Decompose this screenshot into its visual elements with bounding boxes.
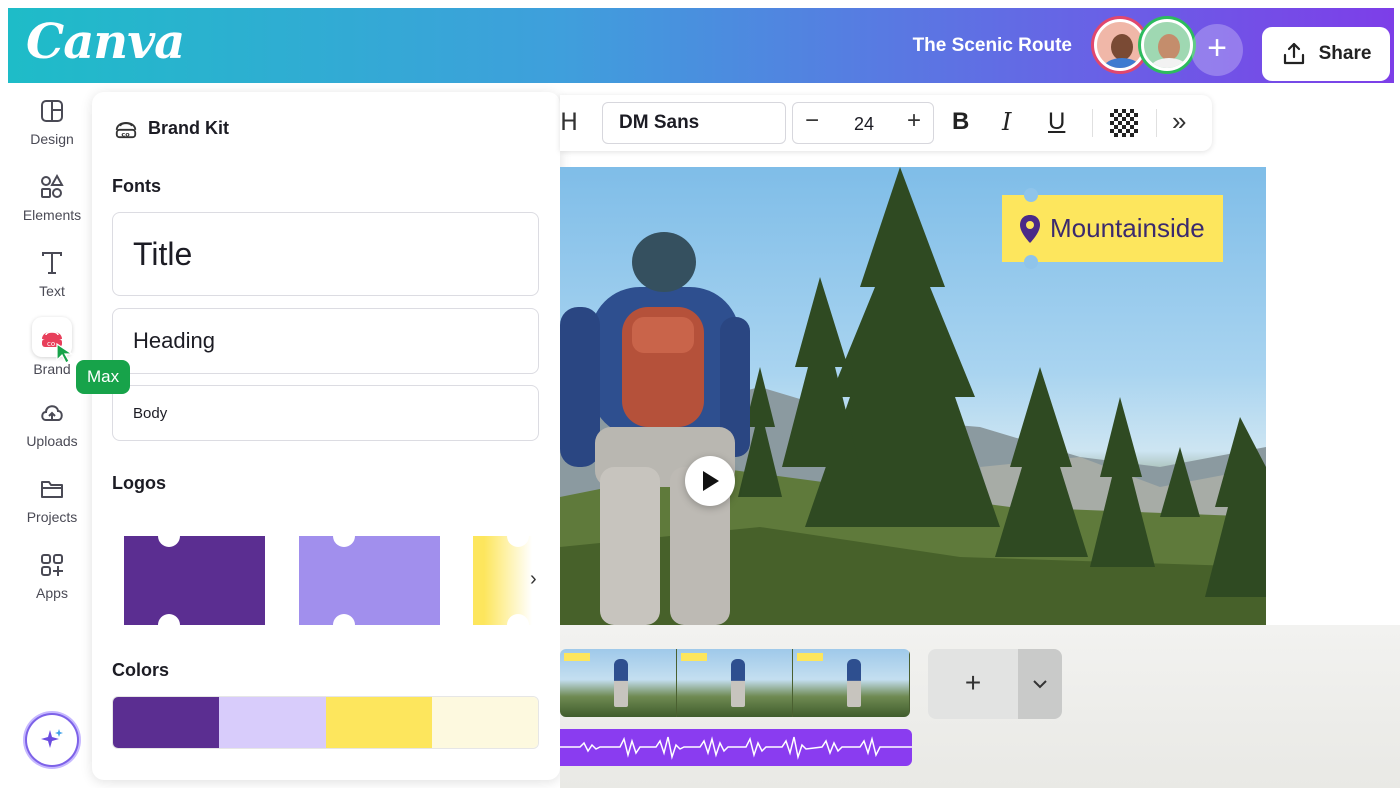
logo-tile-lavender[interactable]	[299, 536, 440, 625]
shapes-icon	[41, 173, 64, 198]
increase-size-button[interactable]: +	[907, 107, 921, 135]
font-card-title[interactable]: Title	[112, 212, 539, 296]
collaborator-cursor-label: Max	[76, 360, 131, 394]
font-card-heading[interactable]: Heading	[112, 308, 539, 374]
sidebar-item-uploads[interactable]: Uploads	[8, 399, 96, 449]
fonts-section-label: Fonts	[112, 176, 161, 196]
chevron-right-icon[interactable]: ›	[530, 568, 537, 591]
clip-frame	[560, 649, 677, 717]
sidebar-item-projects[interactable]: Projects	[8, 475, 96, 525]
location-tag-text: Mountainside	[1050, 213, 1205, 243]
apps-icon	[41, 554, 63, 576]
layout-icon	[41, 100, 63, 122]
audio-track[interactable]	[560, 729, 912, 766]
font-size-stepper: − 24 +	[792, 102, 934, 144]
folder-icon	[41, 481, 63, 498]
colors-section-label: Colors	[112, 660, 170, 680]
logos-carousel	[124, 536, 544, 625]
share-label: Share	[1318, 43, 1372, 64]
svg-text:co: co	[47, 340, 55, 348]
share-button[interactable]: Share	[1262, 27, 1390, 81]
pointer-cursor-icon	[56, 343, 74, 364]
font-size-input[interactable]: 24	[845, 114, 883, 135]
bold-button[interactable]: B	[952, 108, 969, 136]
color-swatch-purple[interactable]	[113, 697, 220, 748]
panel-title: co Brand Kit	[114, 116, 229, 140]
decrease-size-button[interactable]: −	[805, 107, 819, 135]
clip-options-button[interactable]	[1018, 649, 1062, 719]
toolbar-divider	[1156, 109, 1157, 137]
top-header: Canva The Scenic Route + Share	[8, 8, 1394, 83]
color-palette	[112, 696, 539, 749]
map-pin-icon	[1020, 214, 1040, 243]
font-card-body[interactable]: Body	[112, 385, 539, 441]
logo-tile-purple[interactable]	[124, 536, 265, 625]
chevron-down-icon	[1033, 680, 1047, 689]
brand-kit-panel: co Brand Kit Fonts Title Heading Body Lo…	[92, 92, 560, 780]
color-swatch-lavender[interactable]	[219, 697, 326, 748]
text-style-icon[interactable]: H	[560, 108, 578, 136]
sidebar-item-design[interactable]: Design	[8, 97, 96, 147]
sidebar-item-label: Text	[39, 283, 65, 299]
location-tag[interactable]: Mountainside	[1002, 188, 1223, 269]
text-toolbar: H DM Sans − 24 + B I U »	[560, 95, 1212, 151]
sidebar-item-label: Elements	[22, 207, 82, 223]
play-button[interactable]	[685, 456, 735, 506]
svg-text:co: co	[121, 130, 130, 138]
color-swatch-cream[interactable]	[431, 697, 538, 748]
video-clip-track[interactable]	[560, 649, 910, 717]
sidebar-item-label: Design	[30, 131, 74, 147]
logos-section-label: Logos	[112, 473, 166, 493]
sidebar-item-label: Uploads	[26, 433, 78, 449]
add-clip-button[interactable]: +	[928, 649, 1018, 719]
audio-waveform	[560, 736, 912, 760]
document-title[interactable]: The Scenic Route	[913, 35, 1072, 57]
sidebar-item-apps[interactable]: Apps	[8, 551, 96, 601]
text-icon	[42, 252, 62, 274]
collaborator-avatar-1[interactable]	[1094, 19, 1146, 71]
clip-frame	[793, 649, 910, 717]
brand-kit-icon: co	[115, 122, 137, 138]
font-family-select[interactable]: DM Sans	[602, 102, 786, 144]
cloud-upload-icon	[41, 405, 63, 421]
sidebar-item-label: Projects	[26, 509, 78, 525]
italic-button[interactable]: I	[1002, 108, 1011, 136]
more-options-icon[interactable]: »	[1172, 106, 1186, 137]
magic-sparkle-button[interactable]	[27, 715, 77, 765]
sparkle-icon	[41, 729, 63, 748]
transparency-icon[interactable]	[1110, 109, 1138, 137]
canva-editor: Canva The Scenic Route + Share Design El…	[0, 0, 1400, 788]
toolbar-divider	[1092, 109, 1093, 137]
design-canvas[interactable]: Mountainside	[560, 167, 1266, 625]
collaborator-avatar-2[interactable]	[1141, 19, 1193, 71]
add-collaborator-button[interactable]: +	[1191, 24, 1243, 76]
sidebar-item-text[interactable]: Text	[8, 249, 96, 299]
clip-frame	[676, 649, 794, 717]
play-icon	[703, 471, 719, 491]
canva-logo[interactable]: Canva	[26, 14, 185, 70]
share-upload-icon	[1283, 42, 1304, 65]
sidebar-item-elements[interactable]: Elements	[8, 173, 96, 223]
sidebar-item-label: Apps	[36, 585, 68, 601]
underline-button[interactable]: U	[1048, 108, 1065, 136]
color-swatch-yellow[interactable]	[325, 697, 432, 748]
panel-title-label: Brand Kit	[148, 117, 229, 138]
left-sidebar: Design Elements Text co Brand Uploads Pr…	[8, 83, 96, 788]
